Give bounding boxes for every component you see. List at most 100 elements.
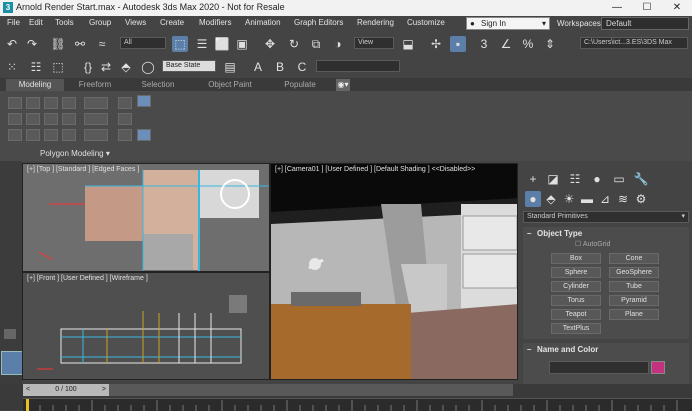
select-rotate-icon[interactable]: ↻	[286, 36, 302, 52]
snaps-toggle-icon[interactable]: 3	[476, 36, 492, 52]
cameras-icon[interactable]: ▬	[579, 191, 595, 207]
ribbon-tool-icon[interactable]	[118, 129, 132, 141]
menu-create[interactable]: Create	[160, 18, 184, 27]
ribbon-panel-label[interactable]: Polygon Modeling ▾	[40, 149, 110, 158]
minimize-button[interactable]: —	[602, 0, 632, 16]
ribbon-tool-icon[interactable]	[118, 97, 132, 109]
rendered-frame-window-icon[interactable]: B	[272, 59, 288, 75]
ribbon-tool-icon[interactable]	[8, 113, 22, 125]
menu-edit[interactable]: Edit	[29, 18, 43, 27]
previous-frame-arrow[interactable]: <	[26, 384, 30, 396]
menu-modifiers[interactable]: Modifiers	[199, 18, 231, 27]
ribbon-tool-icon[interactable]	[62, 97, 76, 109]
ribbon-options-icon[interactable]: ◉▾	[336, 79, 350, 91]
project-path-field[interactable]: C:\Users\ict...3.ES\3DS Max	[580, 37, 688, 49]
name-and-color-title[interactable]: Name and Color	[537, 345, 598, 354]
create-tab-icon[interactable]: +	[525, 171, 541, 187]
autogrid-checkbox[interactable]: ☐ AutoGrid	[575, 240, 610, 248]
tab-selection[interactable]: Selection	[128, 79, 188, 91]
tab-freeform[interactable]: Freeform	[66, 79, 124, 91]
ribbon-pin-icon[interactable]	[137, 95, 151, 107]
menu-group[interactable]: Group	[89, 18, 111, 27]
lights-icon[interactable]: ☀	[561, 191, 577, 207]
menu-views[interactable]: Views	[125, 18, 146, 27]
viewport-top[interactable]: [+] [Top ] [Standard ] [Edged Faces ]	[22, 163, 270, 272]
select-move-icon[interactable]: ✥	[262, 36, 278, 52]
play-icon[interactable]	[4, 329, 16, 339]
sign-in-dropdown[interactable]: ● Sign In ▾	[466, 17, 550, 30]
ribbon-tool-icon[interactable]	[62, 129, 76, 141]
cylinder-button[interactable]: Cylinder	[551, 281, 601, 292]
named-selection-set-dropdown[interactable]	[316, 60, 400, 72]
base-state-dropdown[interactable]: Base State	[162, 60, 216, 72]
object-type-title[interactable]: Object Type	[537, 229, 582, 238]
selection-filter-dropdown[interactable]: All	[120, 37, 166, 49]
ribbon-tool-icon[interactable]	[44, 97, 58, 109]
select-place-icon[interactable]: ◑	[330, 36, 346, 52]
render-setup-icon[interactable]: A	[250, 59, 266, 75]
modify-tab-icon[interactable]: ◪	[545, 171, 561, 187]
pyramid-button[interactable]: Pyramid	[609, 295, 659, 306]
shapes-icon[interactable]: ⬘	[543, 191, 559, 207]
tube-button[interactable]: Tube	[609, 281, 659, 292]
close-button[interactable]: ✕	[662, 0, 692, 16]
helpers-icon[interactable]: ⊿	[597, 191, 613, 207]
select-by-name-icon[interactable]: ☰	[194, 36, 210, 52]
motion-tab-icon[interactable]: ●	[589, 171, 605, 187]
primitives-dropdown[interactable]: Standard Primitives ▾	[523, 211, 689, 223]
ribbon-tool-icon[interactable]	[8, 129, 22, 141]
angle-snap-icon[interactable]: ∠	[498, 36, 514, 52]
viewport-front-label[interactable]: [+] [Front ] [User Defined ] [Wireframe …	[27, 275, 148, 282]
frame-ruler[interactable]	[23, 398, 692, 411]
viewport-camera[interactable]: [+] [Camera01 ] [User Defined ] [Default…	[270, 163, 518, 380]
menu-customize[interactable]: Customize	[407, 18, 445, 27]
workspace-select[interactable]: Default	[601, 17, 689, 30]
menu-graph-editors[interactable]: Graph Editors	[294, 18, 343, 27]
reference-coord-dropdown[interactable]: View	[354, 37, 394, 49]
grid-icon[interactable]: ⁙	[4, 59, 20, 75]
link-icon[interactable]: ⛓	[50, 36, 66, 52]
display-tab-icon[interactable]: ▭	[611, 171, 627, 187]
maximize-button[interactable]: ☐	[632, 0, 662, 16]
teapot-button[interactable]: Teapot	[551, 309, 601, 320]
spinner-snap-icon[interactable]: ⇕	[542, 36, 558, 52]
redo-icon[interactable]: ↷	[24, 36, 40, 52]
textplus-button[interactable]: TextPlus	[551, 323, 601, 334]
mirror-icon[interactable]: ⇄	[98, 59, 114, 75]
menu-file[interactable]: File	[7, 18, 20, 27]
bind-space-warp-icon[interactable]: ≈	[94, 36, 110, 52]
object-name-input[interactable]	[549, 361, 649, 374]
ribbon-tool-icon[interactable]	[26, 113, 40, 125]
menu-rendering[interactable]: Rendering	[357, 18, 394, 27]
undo-icon[interactable]: ↶	[4, 36, 20, 52]
percent-snap-icon[interactable]: %	[520, 36, 536, 52]
select-manipulate-icon[interactable]: ✢	[428, 36, 444, 52]
viewport-camera-label[interactable]: [+] [Camera01 ] [User Defined ] [Default…	[275, 166, 475, 173]
geometry-icon[interactable]: ●	[525, 191, 541, 207]
menu-tools[interactable]: Tools	[55, 18, 74, 27]
hierarchy-tab-icon[interactable]: ☷	[567, 171, 583, 187]
rectangular-selection-icon[interactable]: ⬜	[214, 36, 230, 52]
space-warps-icon[interactable]: ≋	[615, 191, 631, 207]
ribbon-edit-icon[interactable]	[137, 129, 151, 141]
ribbon-tool-icon[interactable]	[84, 113, 108, 125]
material-sphere-icon[interactable]: ◯	[140, 59, 156, 75]
ribbon-tool-icon[interactable]	[84, 129, 108, 141]
ribbon-tool-icon[interactable]	[44, 129, 58, 141]
time-slider-thumb[interactable]: < 0 / 100 >	[23, 384, 109, 396]
ribbon-tool-icon[interactable]	[62, 113, 76, 125]
ribbon-tool-icon[interactable]	[26, 129, 40, 141]
object-color-swatch[interactable]	[651, 361, 665, 374]
ribbon-tool-icon[interactable]	[118, 113, 132, 125]
sphere-button[interactable]: Sphere	[551, 267, 601, 278]
layer-icon[interactable]: ☷	[28, 59, 44, 75]
keyboard-shortcut-override-icon[interactable]: ▪	[450, 36, 466, 52]
render-frame-icon[interactable]: ▤	[222, 59, 238, 75]
systems-icon[interactable]: ⚙	[633, 191, 649, 207]
ribbon-tool-icon[interactable]	[84, 97, 108, 109]
pivot-center-icon[interactable]: ⬓	[400, 36, 416, 52]
select-scale-icon[interactable]: ⧉	[308, 36, 324, 52]
tab-modeling[interactable]: Modeling	[6, 79, 64, 91]
geosphere-button[interactable]: GeoSphere	[609, 267, 659, 278]
ribbon-tool-icon[interactable]	[44, 113, 58, 125]
